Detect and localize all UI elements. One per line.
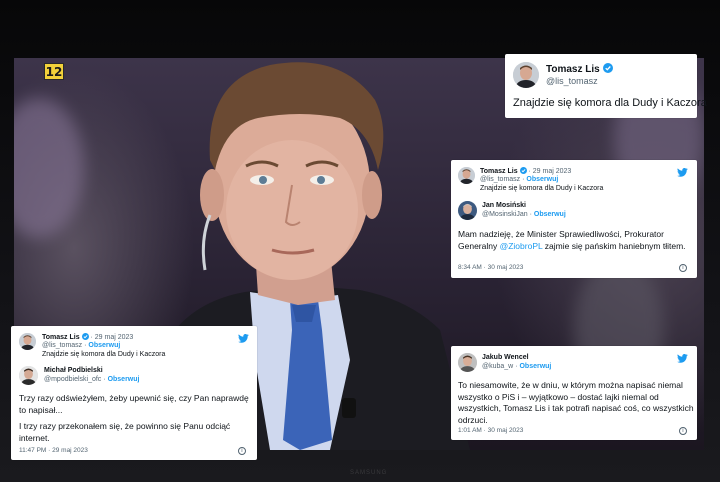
verified-badge-icon bbox=[519, 167, 527, 174]
twitter-bird-icon[interactable] bbox=[677, 354, 688, 363]
reply-tweet-text: Trzy razy odświeżyłem, żeby upewnić się,… bbox=[19, 393, 249, 415]
reply-author-name[interactable]: Michał Podbielski bbox=[44, 367, 103, 374]
quoted-tweet-text: Znajdzie się komora dla Dudy i Kaczora bbox=[480, 185, 604, 192]
reply-tweet-text: Mam nadzieję, że Minister Sprawiedliwośc… bbox=[458, 229, 692, 252]
tweet-date: · 29 maj 2023 bbox=[90, 334, 134, 341]
follow-button[interactable]: Obserwuj bbox=[534, 211, 566, 218]
author-name[interactable]: Tomasz Lis bbox=[546, 64, 600, 75]
reply-author-name[interactable]: Jan Mosiński bbox=[482, 202, 526, 209]
avatar[interactable] bbox=[513, 62, 539, 88]
reply-tweet-card[interactable]: Jakub Wencel @kuba_w · Obserwuj To niesa… bbox=[451, 346, 697, 440]
follow-button[interactable]: Obserwuj bbox=[88, 342, 120, 349]
main-tweet-card[interactable]: Tomasz Lis @lis_tomasz Znajdzie się komo… bbox=[505, 54, 707, 118]
follow-button[interactable]: Obserwuj bbox=[526, 176, 558, 183]
channel-logo: 12 bbox=[44, 63, 64, 80]
mention-link[interactable]: @ZiobroPL bbox=[500, 241, 543, 251]
tweet-date: · 29 maj 2023 bbox=[528, 168, 572, 175]
quoted-author-name[interactable]: Tomasz Lis bbox=[42, 334, 80, 341]
reply-tweet-text: I trzy razy przekonałem się, że powinno … bbox=[19, 421, 231, 443]
avatar[interactable] bbox=[458, 167, 475, 184]
quoted-tweet-text: Znajdzie się komora dla Dudy i Kaczora bbox=[42, 351, 166, 358]
avatar[interactable] bbox=[458, 201, 477, 220]
author-handle[interactable]: @lis_tomasz bbox=[546, 76, 598, 86]
follow-button[interactable]: Obserwuj bbox=[108, 376, 140, 383]
avatar[interactable] bbox=[19, 333, 36, 350]
tweet-timestamp[interactable]: 8:34 AM · 30 maj 2023 bbox=[458, 264, 523, 271]
reply-tweet-card[interactable]: Tomasz Lis · 29 maj 2023 @lis_tomasz · O… bbox=[451, 160, 697, 278]
verified-badge-icon bbox=[602, 63, 613, 73]
avatar[interactable] bbox=[19, 366, 38, 385]
verified-badge-icon bbox=[81, 333, 89, 340]
tv-brand-label: SAMSUNG bbox=[350, 470, 388, 476]
reply-text-part: zajmie się pańskim haniebnym tłitem. bbox=[542, 240, 686, 251]
follow-button[interactable]: Obserwuj bbox=[519, 363, 551, 370]
avatar[interactable] bbox=[458, 353, 477, 372]
studio-light bbox=[14, 98, 84, 238]
separator: · bbox=[515, 363, 518, 370]
quoted-author-name[interactable]: Tomasz Lis bbox=[480, 168, 518, 175]
separator: · bbox=[529, 211, 532, 218]
reply-author-handle[interactable]: @MosinskiJan bbox=[482, 211, 528, 218]
reply-tweet-card[interactable]: Tomasz Lis · 29 maj 2023 @lis_tomasz · O… bbox=[11, 326, 257, 460]
info-icon[interactable]: i bbox=[679, 264, 687, 272]
tweet-timestamp[interactable]: 1:01 AM · 30 maj 2023 bbox=[458, 427, 523, 434]
reply-author-handle[interactable]: @kuba_w bbox=[482, 363, 513, 370]
quoted-author-handle[interactable]: @lis_tomasz bbox=[480, 176, 520, 183]
info-icon[interactable]: i bbox=[679, 427, 687, 435]
reply-tweet-text: To niesamowite, że w dniu, w którym możn… bbox=[458, 380, 694, 425]
tweet-text: Znajdzie się komora dla Dudy i Kaczora bbox=[513, 97, 707, 109]
quoted-author-handle[interactable]: @lis_tomasz bbox=[42, 342, 82, 349]
info-icon[interactable]: i bbox=[238, 447, 246, 455]
tweet-timestamp[interactable]: 11:47 PM · 29 maj 2023 bbox=[19, 447, 88, 454]
reply-author-handle[interactable]: @mpodbielski_ofc bbox=[44, 376, 101, 383]
separator: · bbox=[103, 376, 106, 383]
twitter-bird-icon[interactable] bbox=[677, 168, 688, 177]
twitter-bird-icon[interactable] bbox=[238, 334, 249, 343]
reply-author-name[interactable]: Jakub Wencel bbox=[482, 354, 529, 361]
